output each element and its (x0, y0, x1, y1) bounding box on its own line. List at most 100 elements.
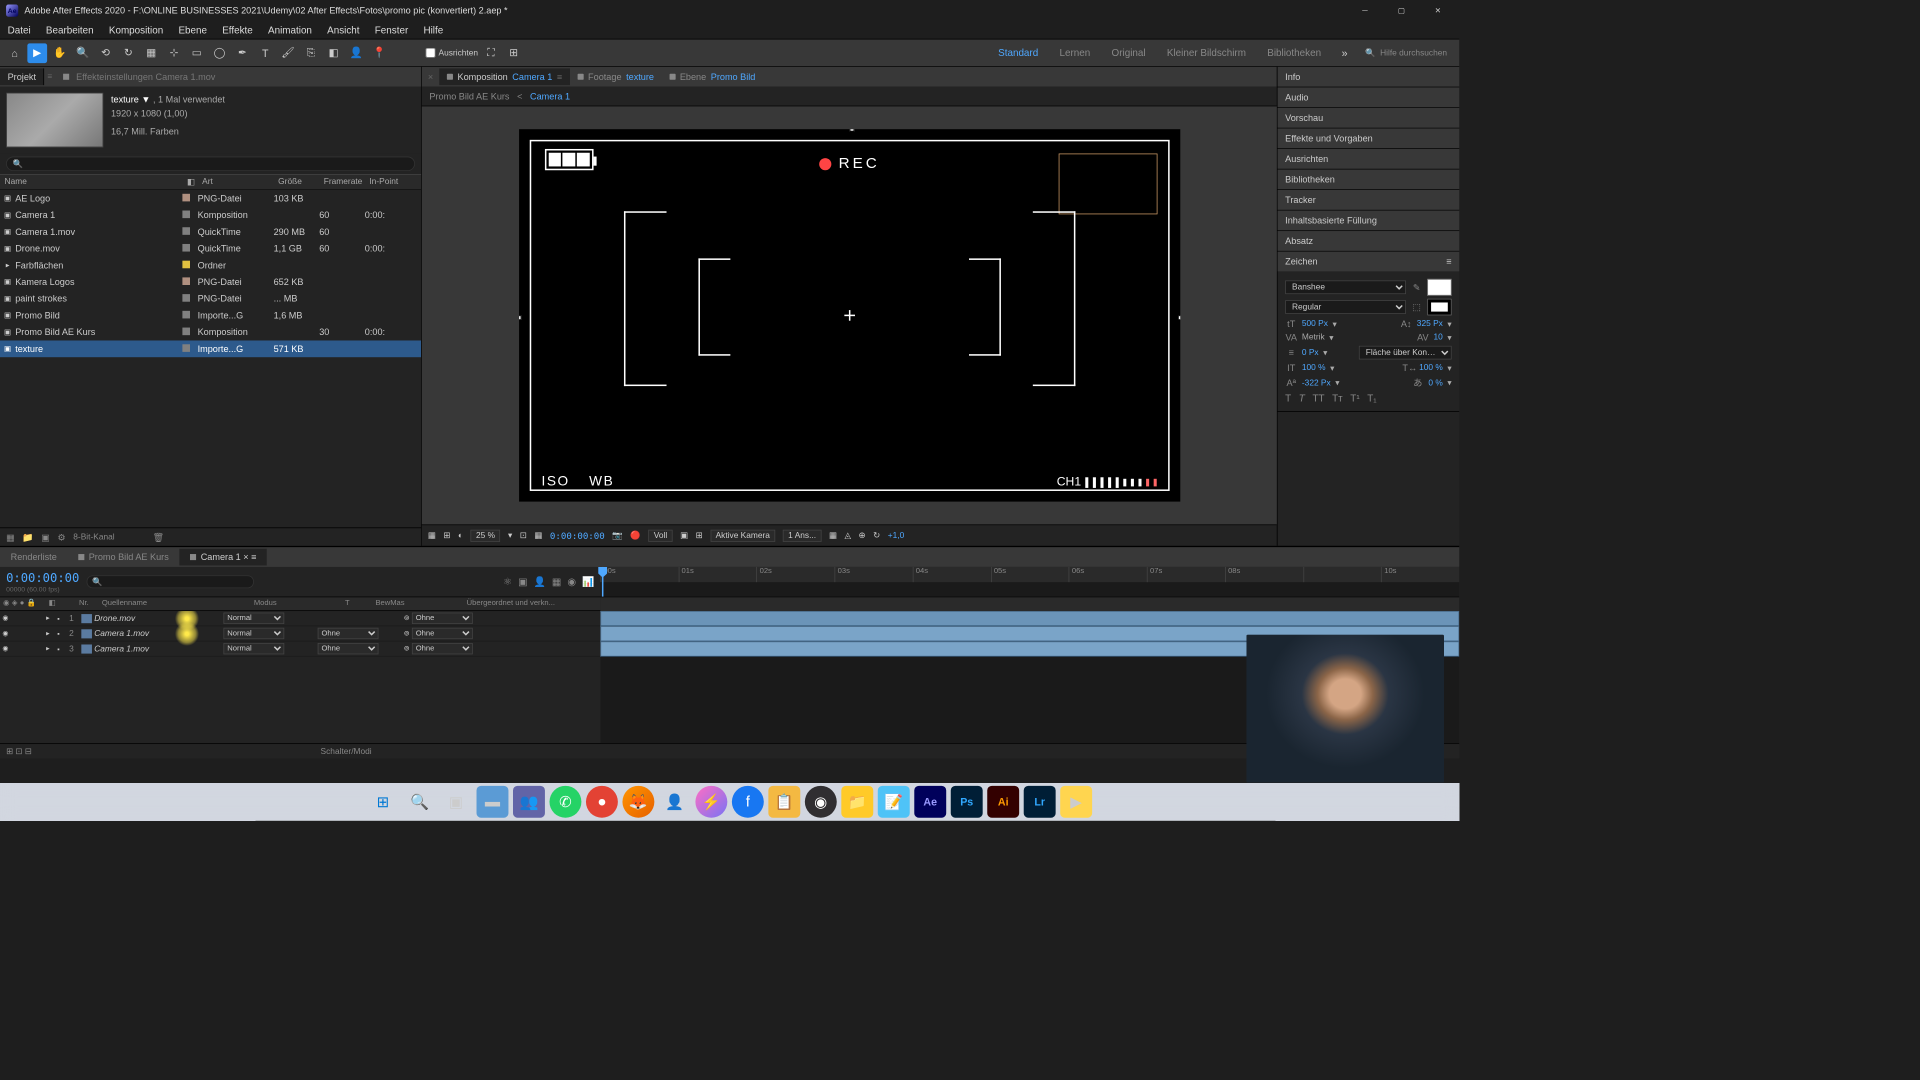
ruler-tick[interactable]: 06s (1069, 567, 1147, 582)
timeline-layer[interactable]: ◉▸▪1Drone.movNormal⊚Ohne (0, 611, 600, 626)
col-name[interactable]: Name (0, 175, 182, 189)
project-search[interactable]: 🔍 (6, 157, 415, 171)
refresh-button[interactable]: ↻ (873, 530, 880, 540)
new-folder-button[interactable]: 📁 (22, 532, 33, 543)
super-button[interactable]: T¹ (1350, 392, 1359, 403)
puppet-tool[interactable]: 📍 (369, 43, 389, 63)
tb-app3[interactable]: 📋 (768, 786, 800, 818)
comp-tab[interactable]: Komposition Camera 1 ≡ (439, 68, 570, 85)
show-channel[interactable]: 🔴 (630, 530, 640, 540)
tb-app2[interactable]: 👤 (659, 786, 691, 818)
exposure-value[interactable]: +1,0 (888, 531, 905, 540)
fill-color-swatch[interactable] (1427, 279, 1451, 296)
tb-teams[interactable]: 👥 (513, 786, 545, 818)
bold-button[interactable]: T (1285, 392, 1291, 403)
leading-value[interactable]: 325 Px (1417, 319, 1443, 328)
col-trkmat[interactable]: BewMas (372, 597, 463, 610)
camera-tool[interactable]: ▦ (141, 43, 161, 63)
menu-effekte[interactable]: Effekte (222, 24, 253, 35)
workspace-kleiner bildschirm[interactable]: Kleiner Bildschirm (1156, 47, 1256, 58)
project-item[interactable]: ▣paint strokesPNG-Datei... MB (0, 290, 421, 307)
menu-animation[interactable]: Animation (268, 24, 312, 35)
ruler-tick[interactable]: 07s (1147, 567, 1225, 582)
project-tab-menu[interactable]: ≡ (44, 72, 55, 81)
italic-button[interactable]: T (1299, 392, 1305, 403)
menu-fenster[interactable]: Fenster (375, 24, 408, 35)
tb-messenger[interactable]: ⚡ (695, 786, 727, 818)
taskbar-search[interactable]: 🔍 (404, 786, 436, 818)
snapshot-button[interactable]: 📷 (612, 530, 622, 540)
timeline-tab[interactable]: Promo Bild AE Kurs (67, 549, 179, 566)
ellipse-tool[interactable]: ◯ (210, 43, 230, 63)
col-nr[interactable]: Nr. (76, 597, 99, 610)
panel-header[interactable]: Effekte und Vorgaben (1278, 128, 1460, 148)
project-item[interactable]: ▣Camera 1Komposition600:00: (0, 207, 421, 224)
comp-tab[interactable]: Ebene Promo Bild (662, 68, 763, 85)
bc-parent[interactable]: Promo Bild AE Kurs (429, 91, 509, 102)
tracking-value[interactable]: 10 (1434, 333, 1443, 342)
transparency-grid[interactable]: ▦ (534, 530, 542, 540)
tsume-value[interactable]: 0 % (1428, 378, 1442, 387)
panel-menu-icon[interactable]: ≡ (1446, 256, 1451, 267)
rotate-tool[interactable]: ↻ (119, 43, 139, 63)
stroke-width-value[interactable]: 0 Px (1302, 348, 1319, 357)
project-tab[interactable]: Projekt (0, 68, 44, 85)
comp-mini-flow[interactable]: ⚛ (503, 576, 512, 588)
vf-btn1[interactable]: ▦ (829, 530, 837, 540)
panel-header[interactable]: Tracker (1278, 190, 1460, 210)
no-fill-icon[interactable]: ⬚ (1411, 302, 1423, 313)
switches-modes[interactable]: Schalter/Modi (321, 747, 372, 756)
orbit-tool[interactable]: ⟲ (96, 43, 116, 63)
res-button[interactable]: ⊞ (443, 530, 450, 540)
project-item[interactable]: ▣Camera 1.movQuickTime290 MB60 (0, 223, 421, 240)
timeline-layer[interactable]: ◉▸▪2Camera 1.movNormalOhne⊚Ohne (0, 626, 600, 641)
home-tool[interactable]: ⌂ (5, 43, 25, 63)
menu-bearbeiten[interactable]: Bearbeiten (46, 24, 94, 35)
tb-facebook[interactable]: f (732, 786, 764, 818)
anchor-tool[interactable]: ⊹ (164, 43, 184, 63)
workspace-original[interactable]: Original (1101, 47, 1156, 58)
views-dropdown[interactable]: 1 Ans... (783, 529, 822, 541)
col-framerate[interactable]: Framerate (319, 175, 365, 189)
font-family-dropdown[interactable]: Banshee (1285, 280, 1406, 294)
viewer-timecode[interactable]: 0:00:00:00 (550, 530, 605, 541)
draft-3d[interactable]: ▣ (518, 576, 527, 588)
roi-button[interactable]: ▣ (680, 530, 688, 540)
col-t[interactable]: T (342, 597, 372, 610)
vf-btn2[interactable]: ◬ (845, 530, 851, 540)
ruler-tick[interactable]: 02s (757, 567, 835, 582)
ruler-tick[interactable]: 08s (1225, 567, 1303, 582)
sub-button[interactable]: T₁ (1367, 392, 1376, 403)
panel-header[interactable]: Audio (1278, 87, 1460, 107)
menu-datei[interactable]: Datei (8, 24, 31, 35)
frame-blend[interactable]: ▦ (552, 576, 561, 588)
character-panel-header[interactable]: Zeichen≡ (1278, 252, 1460, 272)
project-item[interactable]: ▣Promo BildImporte...G1,6 MB (0, 307, 421, 324)
tb-app4[interactable]: ▶ (1060, 786, 1092, 818)
mask-button[interactable]: ◐ (458, 531, 463, 540)
snap-opt2[interactable]: ⊞ (504, 43, 524, 63)
layer-track[interactable] (600, 611, 1459, 626)
timeline-layer[interactable]: ◉▸▪3Camera 1.movNormalOhne⊚Ohne (0, 641, 600, 656)
project-item[interactable]: ▣AE LogoPNG-Datei103 KB (0, 190, 421, 207)
effect-controls-tab[interactable]: Effekteinstellungen Camera 1.mov (55, 68, 223, 85)
camera-dropdown[interactable]: Aktive Kamera (710, 529, 775, 541)
menu-komposition[interactable]: Komposition (109, 24, 163, 35)
font-weight-dropdown[interactable]: Regular (1285, 300, 1406, 314)
alpha-button[interactable]: ▦ (428, 530, 436, 540)
stroke-type-dropdown[interactable]: Fläche über Kon… (1359, 346, 1452, 360)
composition-viewer[interactable]: REC ISO WB CH1 (519, 129, 1180, 501)
project-item[interactable]: ▣Promo Bild AE KursKomposition300:00: (0, 324, 421, 341)
caps-button[interactable]: TT (1312, 392, 1324, 403)
ruler-tick[interactable]: 03s (835, 567, 913, 582)
comp-tab[interactable]: Footage texture (570, 68, 662, 85)
hand-tool[interactable]: ✋ (50, 43, 70, 63)
baseline-value[interactable]: -322 Px (1302, 378, 1331, 387)
interpret-button[interactable]: ▦ (6, 532, 15, 543)
workspace-standard[interactable]: Standard (987, 47, 1048, 58)
ruler-tick[interactable]: 00s (600, 567, 678, 582)
menu-ebene[interactable]: Ebene (178, 24, 207, 35)
col-type[interactable]: Art (198, 175, 274, 189)
eraser-tool[interactable]: ◧ (324, 43, 344, 63)
graph-editor[interactable]: 📊 (582, 576, 594, 588)
